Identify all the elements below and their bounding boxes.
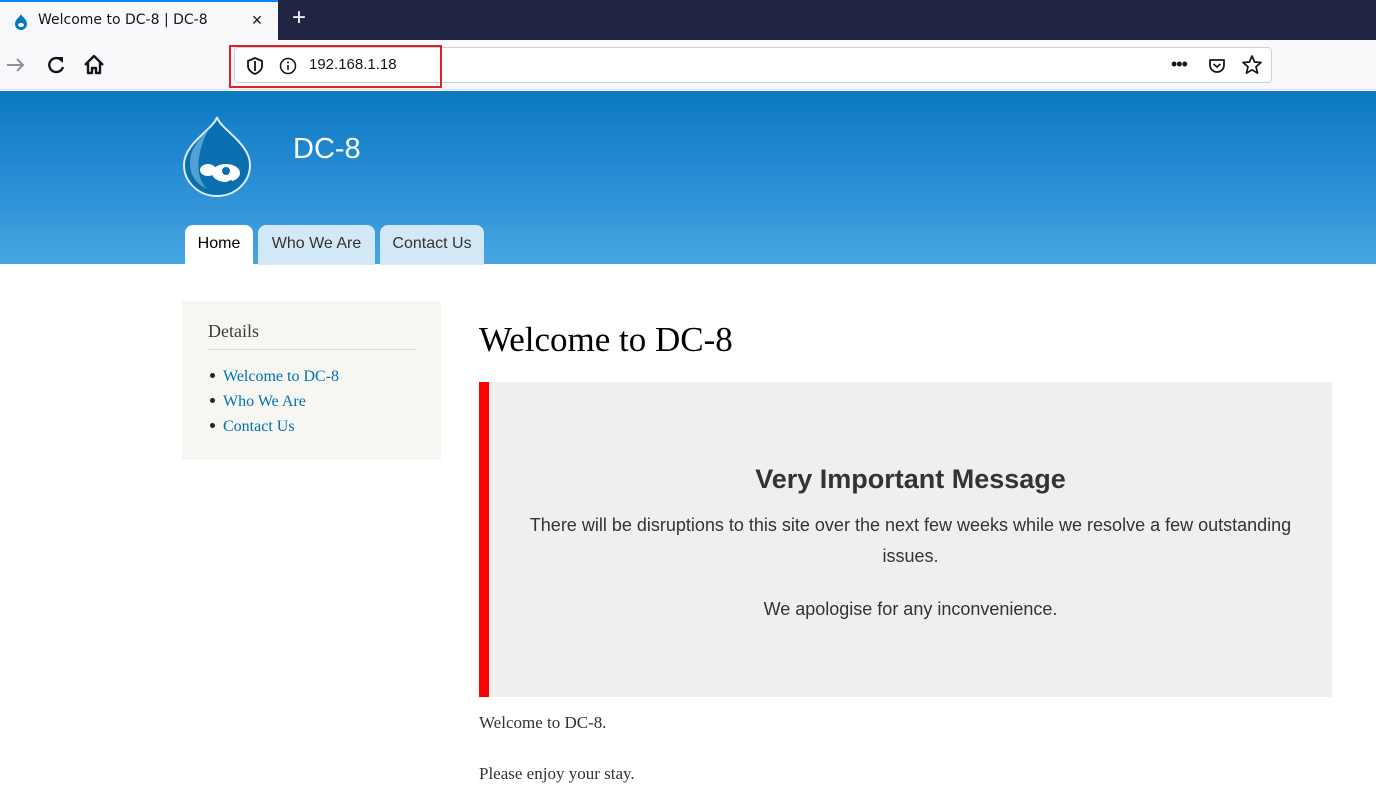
list-item: Contact Us xyxy=(210,417,339,442)
url-highlight-box xyxy=(229,45,442,88)
message-text: There will be disruptions to this site o… xyxy=(529,515,1292,566)
sidebar-item-who-we-are[interactable]: Who We Are xyxy=(223,393,306,410)
list-item: Welcome to DC-8 xyxy=(210,367,339,392)
sidebar-title: Details xyxy=(208,321,259,341)
forward-arrow-icon[interactable] xyxy=(4,52,28,78)
tab-home[interactable]: Home xyxy=(185,225,253,265)
home-icon[interactable] xyxy=(82,52,106,78)
browser-tab-active[interactable]: Welcome to DC-8 | DC-8 × xyxy=(0,0,278,40)
bullet-icon xyxy=(210,397,215,403)
tab-who-we-are[interactable]: Who We Are xyxy=(258,225,375,265)
bookmark-star-icon[interactable] xyxy=(1241,54,1263,76)
sidebar-item-contact-us[interactable]: Contact Us xyxy=(223,418,295,435)
welcome-paragraph: Welcome to DC-8. xyxy=(479,713,607,732)
browser-toolbar: 192.168.1.18 ••• xyxy=(0,40,1376,90)
new-tab-button[interactable]: + xyxy=(286,4,312,32)
pocket-icon[interactable] xyxy=(1207,56,1227,76)
message-heading: Very Important Message xyxy=(755,464,1066,494)
page-actions-more-icon[interactable]: ••• xyxy=(1171,54,1197,76)
enjoy-paragraph: Please enjoy your stay. xyxy=(479,764,635,783)
sidebar-divider xyxy=(208,349,416,350)
drupal-drop-logo[interactable] xyxy=(180,115,254,197)
page-title: Welcome to DC-8 xyxy=(479,320,733,359)
sidebar-details-block: Details Welcome to DC-8 Who We Are Conta… xyxy=(182,301,441,460)
important-message-box: Very Important Message There will be dis… xyxy=(479,382,1332,697)
reload-icon[interactable] xyxy=(44,52,68,78)
bullet-icon xyxy=(210,372,215,378)
tab-title: Welcome to DC-8 | DC-8 xyxy=(38,12,208,28)
drupal-favicon-icon xyxy=(15,14,27,30)
sidebar-item-welcome[interactable]: Welcome to DC-8 xyxy=(223,368,339,385)
message-apology: We apologise for any inconvenience. xyxy=(763,599,1058,619)
sidebar-menu: Welcome to DC-8 Who We Are Contact Us xyxy=(210,367,339,442)
list-item: Who We Are xyxy=(210,392,339,417)
tab-contact-us[interactable]: Contact Us xyxy=(380,225,484,265)
browser-tabstrip: Welcome to DC-8 | DC-8 × + xyxy=(0,0,1376,40)
tab-close-icon[interactable]: × xyxy=(246,8,268,32)
site-name[interactable]: DC-8 xyxy=(293,133,361,166)
site-header: DC-8 Home Who We Are Contact Us xyxy=(0,91,1376,265)
bullet-icon xyxy=(210,422,215,428)
